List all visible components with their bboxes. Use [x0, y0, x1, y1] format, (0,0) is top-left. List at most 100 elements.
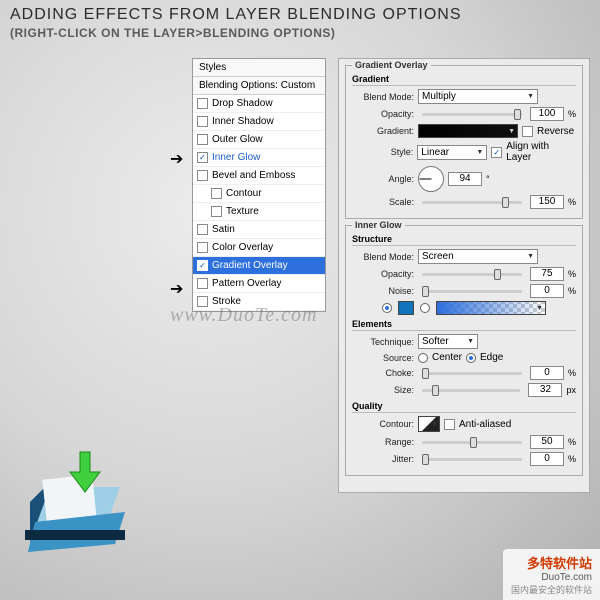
gradient-source-radio[interactable] [420, 303, 430, 313]
styles-panel: Styles Blending Options: Custom Drop Sha… [192, 58, 326, 312]
contour-label: Contour: [352, 419, 414, 429]
styles-item[interactable]: Texture [193, 203, 325, 221]
page-subtitle: (RIGHT-CLICK ON THE LAYER>BLENDING OPTIO… [10, 26, 335, 40]
footer-brand: 多特软件站 [527, 556, 592, 571]
color-source-radio[interactable] [382, 303, 392, 313]
unit: % [568, 368, 576, 378]
styles-item-label: Gradient Overlay [212, 260, 288, 271]
quality-label: Quality [352, 401, 576, 413]
noise-label: Noise: [352, 286, 414, 296]
blend-mode-dropdown[interactable]: Screen▼ [418, 249, 538, 264]
styles-item[interactable]: Outer Glow [193, 131, 325, 149]
range-label: Range: [352, 437, 414, 447]
contour-picker[interactable]: ▼ [418, 416, 440, 432]
styles-item-label: Inner Glow [212, 152, 260, 163]
effect-checkbox[interactable] [197, 224, 208, 235]
styles-item-label: Texture [226, 206, 259, 217]
gradient-label: Gradient: [352, 126, 414, 136]
choke-input[interactable]: 0 [530, 366, 564, 380]
technique-dropdown[interactable]: Softer▼ [418, 334, 478, 349]
reverse-label: Reverse [537, 126, 574, 137]
styles-item[interactable]: Color Overlay [193, 239, 325, 257]
styles-item[interactable]: Bevel and Emboss [193, 167, 325, 185]
glow-gradient-picker[interactable]: ▼ [436, 301, 546, 315]
jitter-slider[interactable] [422, 458, 522, 461]
angle-input[interactable]: 94 [448, 172, 482, 186]
blend-mode-dropdown[interactable]: Multiply▼ [418, 89, 538, 104]
styles-item[interactable]: Drop Shadow [193, 95, 325, 113]
range-slider[interactable] [422, 441, 522, 444]
effect-checkbox[interactable]: ✓ [197, 260, 208, 271]
scale-slider[interactable] [422, 201, 522, 204]
choke-slider[interactable] [422, 372, 522, 375]
style-dropdown[interactable]: Linear▼ [417, 145, 487, 160]
footer-tagline: 国内最安全的软件站 [511, 583, 592, 596]
styles-blending-options[interactable]: Blending Options: Custom [193, 77, 325, 95]
fieldset-legend: Inner Glow [352, 220, 405, 230]
styles-item-label: Satin [212, 224, 235, 235]
gradient-section-label: Gradient [352, 74, 576, 86]
reverse-checkbox[interactable] [522, 126, 533, 137]
effect-checkbox[interactable] [211, 188, 222, 199]
scale-label: Scale: [352, 197, 414, 207]
anti-aliased-checkbox[interactable] [444, 419, 455, 430]
effect-checkbox[interactable] [197, 278, 208, 289]
source-label: Source: [352, 353, 414, 363]
scale-input[interactable]: 150 [530, 195, 564, 209]
gradient-overlay-group: Gradient Overlay Gradient Blend Mode: Mu… [345, 65, 583, 219]
opacity-input[interactable]: 75 [530, 267, 564, 281]
opacity-slider[interactable] [422, 113, 522, 116]
effect-checkbox[interactable] [211, 206, 222, 217]
noise-input[interactable]: 0 [530, 284, 564, 298]
angle-label: Angle: [352, 174, 414, 184]
fieldset-legend: Gradient Overlay [352, 60, 431, 70]
settings-panel: Gradient Overlay Gradient Blend Mode: Mu… [338, 58, 590, 493]
styles-item-label: Color Overlay [212, 242, 273, 253]
effect-checkbox[interactable]: ✓ [197, 152, 208, 163]
noise-slider[interactable] [422, 290, 522, 293]
styles-item[interactable]: Contour [193, 185, 325, 203]
styles-item[interactable]: ✓ Gradient Overlay [193, 257, 325, 275]
source-edge-radio[interactable] [466, 353, 476, 363]
styles-item-label: Outer Glow [212, 134, 263, 145]
glow-color-swatch[interactable] [398, 301, 414, 315]
chevron-down-icon: ▼ [527, 253, 534, 260]
folder-download-icon [20, 442, 140, 562]
choke-label: Choke: [352, 368, 414, 378]
gradient-picker[interactable]: ▼ [418, 124, 518, 138]
opacity-label: Opacity: [352, 269, 414, 279]
effect-checkbox[interactable] [197, 134, 208, 145]
effect-checkbox[interactable] [197, 116, 208, 127]
source-center-label: Center [432, 352, 462, 363]
angle-dial[interactable] [418, 166, 444, 192]
styles-item[interactable]: Pattern Overlay [193, 275, 325, 293]
styles-item[interactable]: Inner Shadow [193, 113, 325, 131]
source-center-radio[interactable] [418, 353, 428, 363]
inner-glow-group: Inner Glow Structure Blend Mode: Screen▼… [345, 225, 583, 476]
arrow-right-icon: ➔ [170, 149, 183, 169]
blend-mode-label: Blend Mode: [352, 92, 414, 102]
opacity-input[interactable]: 100 [530, 107, 564, 121]
size-label: Size: [352, 385, 414, 395]
size-input[interactable]: 32 [528, 383, 562, 397]
effect-checkbox[interactable] [197, 170, 208, 181]
styles-header: Styles [193, 59, 325, 77]
styles-item[interactable]: ✓ Inner Glow [193, 149, 325, 167]
arrow-right-icon: ➔ [170, 279, 183, 299]
size-slider[interactable] [422, 389, 520, 392]
styles-item-label: Inner Shadow [212, 116, 274, 127]
range-input[interactable]: 50 [530, 435, 564, 449]
effect-checkbox[interactable] [197, 98, 208, 109]
effect-checkbox[interactable] [197, 242, 208, 253]
opacity-slider[interactable] [422, 273, 522, 276]
chevron-down-icon: ▼ [431, 421, 438, 428]
align-checkbox[interactable]: ✓ [491, 147, 502, 158]
footer-watermark: 多特软件站 DuoTe.com 国内最安全的软件站 [503, 549, 600, 600]
unit: ° [486, 174, 490, 184]
watermark-text: www.DuoTe.com [170, 304, 317, 327]
jitter-input[interactable]: 0 [530, 452, 564, 466]
chevron-down-icon: ▼ [536, 305, 543, 312]
chevron-down-icon: ▼ [508, 128, 515, 135]
jitter-label: Jitter: [352, 454, 414, 464]
styles-item[interactable]: Satin [193, 221, 325, 239]
